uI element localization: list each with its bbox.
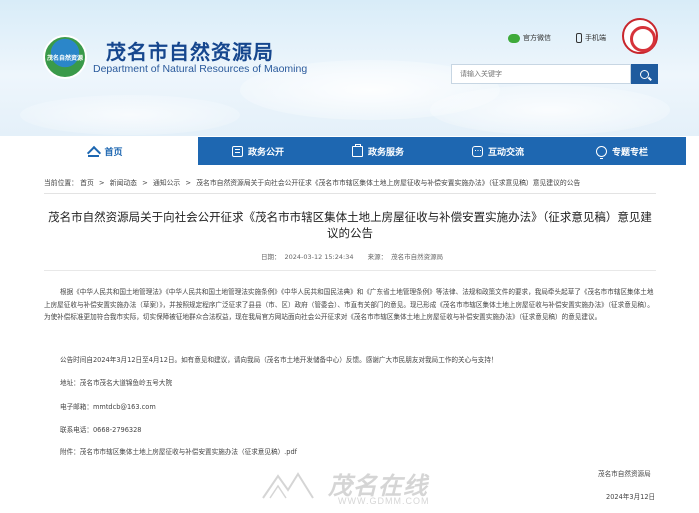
watermark: 茂名在线 WWW.GDMM.COM <box>258 462 458 512</box>
article-date: 2024-03-12 15:24:34 <box>284 253 354 261</box>
article-paragraph: 根据《中华人民共和国土地管理法》《中华人民共和国土地管理法实施条例》《中华人民共… <box>44 288 654 321</box>
nav-item-label: 政务公开 <box>247 147 284 158</box>
home-icon <box>88 146 100 157</box>
site-logo[interactable]: 茂名自然资源 <box>43 35 87 79</box>
breadcrumb: 当前位置： 首页 > 新闻动态 > 通知公示 > 茂名市自然资源局关于向社会公开… <box>44 177 580 187</box>
mobile-label: 手机端 <box>585 34 606 42</box>
attachment: 附件：茂名市市辖区集体土地上房屋征收与补偿安置实施办法（征求意见稿）.pdf <box>60 446 297 456</box>
article-title: 茂名市自然资源局关于向社会公开征求《茂名市市辖区集体土地上房屋征收与补偿安置实施… <box>48 210 652 240</box>
nav-item-topics[interactable]: 专题专栏 <box>558 137 686 165</box>
wechat-icon <box>508 33 520 43</box>
contact-address: 地址：茂名市茂名大道锦鱼岭五号大院 <box>60 379 173 387</box>
chat-icon <box>471 145 483 157</box>
wechat-link[interactable]: 官方微信 <box>508 33 551 43</box>
nav-item-label: 政务服务 <box>367 147 404 158</box>
breadcrumb-current: 茂名市自然资源局关于向社会公开征求《茂名市市辖区集体土地上房屋征收与补偿安置实施… <box>196 179 581 187</box>
wechat-label: 官方微信 <box>523 34 551 42</box>
briefcase-icon <box>351 143 363 157</box>
site-header: 茂名自然资源 茂名市自然资源局 Department of Natural Re… <box>0 0 699 136</box>
nav-item-gov-affairs[interactable]: 政务公开 <box>198 137 318 165</box>
site-subtitle: Department of Natural Resources of Maomi… <box>93 63 308 75</box>
nav-item-interaction[interactable]: 互动交流 <box>438 137 558 165</box>
signature-date: 2024年3月12日 <box>606 493 656 501</box>
breadcrumb-link-news[interactable]: 新闻动态 <box>110 179 137 187</box>
search-icon <box>640 69 649 79</box>
breadcrumb-link-home[interactable]: 首页 <box>80 179 94 187</box>
maoming-emblem-icon <box>622 18 658 54</box>
article-source: 茂名市自然资源局 <box>391 253 444 261</box>
date-label: 日期： <box>260 253 281 261</box>
mobile-link[interactable]: 手机端 <box>576 33 606 43</box>
contact-email: 电子邮箱：mmtdcb@163.com <box>60 403 156 411</box>
article-meta: 日期： 2024-03-12 15:24:34 来源： 茂名市自然资源局 <box>44 251 656 261</box>
search-button[interactable] <box>631 64 658 84</box>
attachment-link[interactable]: 茂名市市辖区集体土地上房屋征收与补偿安置实施办法（征求意见稿）.pdf <box>80 448 297 456</box>
signature-org: 茂名市自然资源局 <box>598 470 651 478</box>
divider <box>44 270 656 271</box>
nav-item-label: 首页 <box>104 147 123 158</box>
header-cloud <box>430 85 670 135</box>
breadcrumb-separator: > <box>98 179 105 187</box>
site-title[interactable]: 茂名市自然资源局 <box>106 36 274 65</box>
nav-item-gov-services[interactable]: 政务服务 <box>318 137 438 165</box>
nav-item-label: 互动交流 <box>487 147 524 158</box>
breadcrumb-prefix: 当前位置： <box>44 179 78 187</box>
trophy-icon <box>595 145 607 159</box>
divider <box>44 193 656 194</box>
article-paragraph: 公告时间自2024年3月12日至4月12日。如有意见和建议，请向我局（茂名市土地… <box>60 356 498 364</box>
watermark-url: WWW.GDMM.COM <box>338 496 430 506</box>
search-input[interactable] <box>451 64 631 84</box>
watermark-logo-icon <box>262 472 314 499</box>
breadcrumb-separator: > <box>142 179 148 187</box>
logo-text: 茂名自然资源 <box>47 55 84 62</box>
nav-item-label: 专题专栏 <box>611 147 648 158</box>
nav-item-home[interactable]: 首页 <box>13 137 198 165</box>
header-cloud <box>20 95 240 135</box>
main-nav: 首页 政务公开 政务服务 互动交流 专题专栏 <box>13 137 686 165</box>
breadcrumb-link-notices[interactable]: 通知公示 <box>153 179 180 187</box>
mobile-phone-icon <box>576 33 582 43</box>
breadcrumb-separator: > <box>185 179 192 187</box>
contact-phone: 联系电话：0668-2796328 <box>60 426 142 434</box>
attachment-label: 附件： <box>60 448 80 456</box>
source-label: 来源： <box>367 253 388 261</box>
document-icon <box>231 145 243 157</box>
